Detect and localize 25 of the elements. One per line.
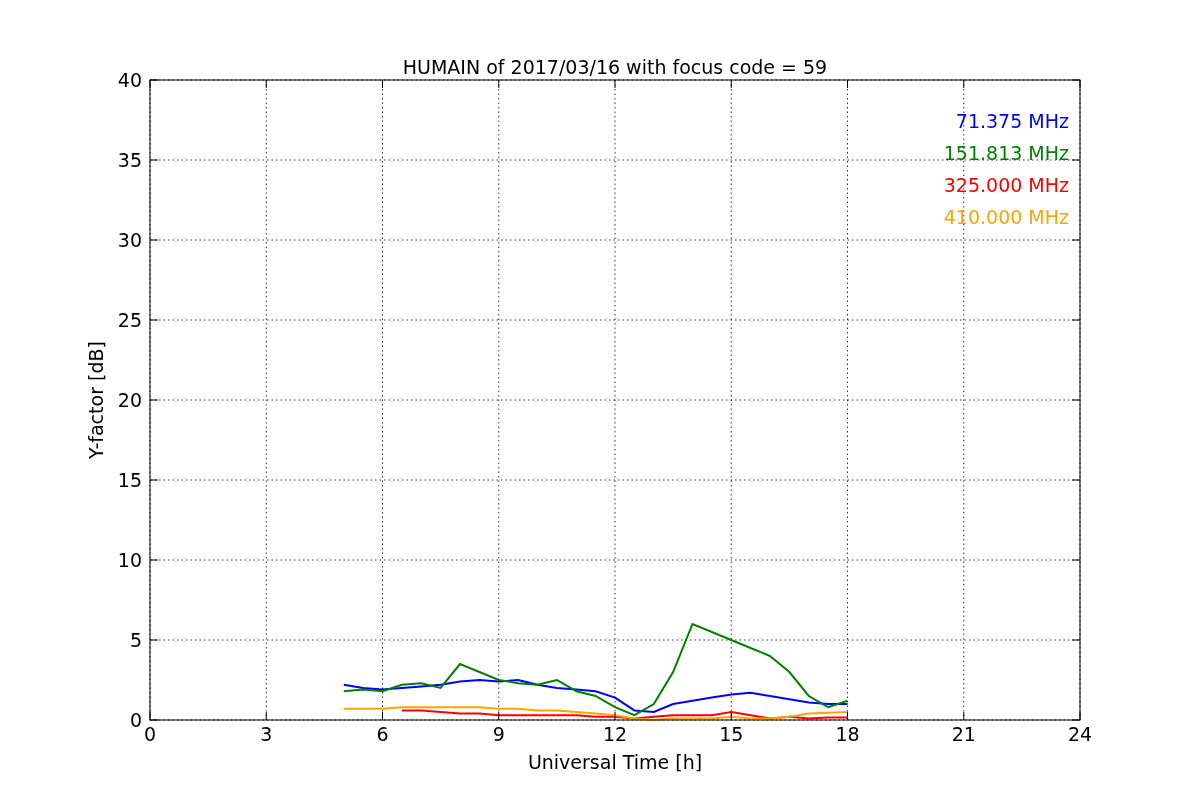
x-tick-label: 18 — [835, 723, 860, 745]
y-tick-label: 40 — [117, 69, 142, 91]
y-tick-label: 10 — [117, 549, 142, 571]
x-tick-label: 12 — [602, 723, 628, 745]
x-tick-label: 6 — [376, 723, 389, 745]
y-tick-label: 15 — [117, 469, 142, 491]
legend-label: 410.000 MHz — [943, 206, 1069, 228]
legend-label: 325.000 MHz — [943, 174, 1069, 196]
x-axis-label: Universal Time [h] — [527, 751, 703, 773]
x-tick-label: 0 — [143, 723, 157, 745]
x-tick-label: 15 — [719, 723, 744, 745]
legend-label: 151.813 MHz — [943, 142, 1069, 164]
x-tick-label: 3 — [260, 723, 273, 745]
y-tick-label: 5 — [129, 629, 142, 651]
y-tick-label: 30 — [117, 229, 142, 251]
x-tick-label: 24 — [1067, 723, 1093, 745]
x-tick-label: 21 — [951, 723, 976, 745]
y-tick-label: 35 — [117, 149, 142, 171]
y-tick-label: 25 — [117, 309, 142, 331]
y-tick-label: 0 — [129, 709, 142, 731]
x-tick-label: 9 — [492, 723, 505, 745]
legend-label: 71.375 MHz — [955, 110, 1069, 132]
y-tick-label: 20 — [117, 389, 142, 411]
y-axis-label: Y-factor [dB] — [85, 341, 107, 459]
chart-title: HUMAIN of 2017/03/16 with focus code = 59 — [402, 56, 828, 78]
